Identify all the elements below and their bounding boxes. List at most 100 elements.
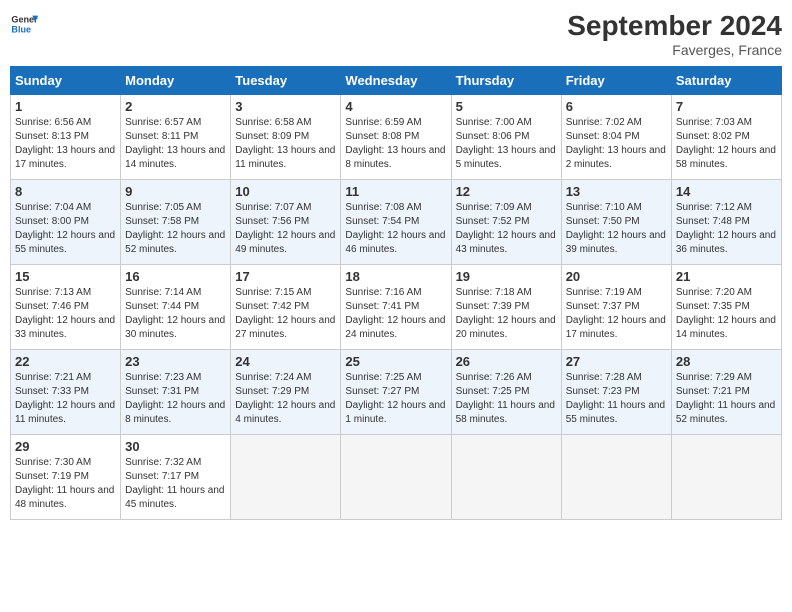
cell-info: Sunrise: 6:56 AMSunset: 8:13 PMDaylight:… [15,116,116,172]
day-number: 1 [15,99,116,114]
day-number: 17 [235,269,336,284]
calendar-cell: 17 Sunrise: 7:15 AMSunset: 7:42 PMDayligh… [231,265,341,350]
cell-info: Sunrise: 7:12 AMSunset: 7:48 PMDaylight:… [676,201,777,257]
calendar-cell: 8 Sunrise: 7:04 AMSunset: 8:00 PMDaylight… [11,180,121,265]
cell-info: Sunrise: 6:57 AMSunset: 8:11 PMDaylight:… [125,116,226,172]
day-number: 15 [15,269,116,284]
header-day-saturday: Saturday [671,67,781,95]
cell-info: Sunrise: 7:21 AMSunset: 7:33 PMDaylight:… [15,371,116,427]
day-number: 21 [676,269,777,284]
day-number: 10 [235,184,336,199]
header-day-thursday: Thursday [451,67,561,95]
calendar-cell: 11Sunrise: 7:08 AMSunset: 7:54 PMDayligh… [341,180,451,265]
cell-info: Sunrise: 7:05 AMSunset: 7:58 PMDaylight:… [125,201,226,257]
calendar-cell: 28 Sunrise: 7:29 AMSunset: 7:21 PMDayligh… [671,350,781,435]
calendar-cell: 13Sunrise: 7:10 AMSunset: 7:50 PMDayligh… [561,180,671,265]
calendar-cell: 21 Sunrise: 7:20 AMSunset: 7:35 PMDayligh… [671,265,781,350]
cell-info: Sunrise: 6:59 AMSunset: 8:08 PMDaylight:… [345,116,446,172]
logo-icon: General Blue [10,10,38,38]
page-header: General Blue September 2024 Faverges, Fr… [10,10,782,58]
day-number: 8 [15,184,116,199]
cell-info: Sunrise: 6:58 AMSunset: 8:09 PMDaylight:… [235,116,336,172]
cell-info: Sunrise: 7:28 AMSunset: 7:23 PMDaylight:… [566,371,667,427]
cell-info: Sunrise: 7:30 AMSunset: 7:19 PMDaylight:… [15,456,116,512]
calendar-cell: 16 Sunrise: 7:14 AMSunset: 7:44 PMDayligh… [121,265,231,350]
calendar-cell: 4Sunrise: 6:59 AMSunset: 8:08 PMDaylight… [341,95,451,180]
calendar-cell: 6 Sunrise: 7:02 AMSunset: 8:04 PMDaylight… [561,95,671,180]
calendar-week-4: 22 Sunrise: 7:21 AMSunset: 7:33 PMDayligh… [11,350,782,435]
header-day-sunday: Sunday [11,67,121,95]
calendar-cell: 10 Sunrise: 7:07 AMSunset: 7:56 PMDayligh… [231,180,341,265]
calendar-cell: 9 Sunrise: 7:05 AMSunset: 7:58 PMDaylight… [121,180,231,265]
day-number: 27 [566,354,667,369]
cell-info: Sunrise: 7:07 AMSunset: 7:56 PMDaylight:… [235,201,336,257]
location: Faverges, France [567,42,782,58]
day-number: 11 [345,184,446,199]
calendar-cell: 1 Sunrise: 6:56 AMSunset: 8:13 PMDaylight… [11,95,121,180]
day-number: 6 [566,99,667,114]
calendar-cell [231,435,341,520]
cell-info: Sunrise: 7:03 AMSunset: 8:02 PMDaylight:… [676,116,777,172]
calendar-cell: 27 Sunrise: 7:28 AMSunset: 7:23 PMDayligh… [561,350,671,435]
calendar-cell: 29 Sunrise: 7:30 AMSunset: 7:19 PMDayligh… [11,435,121,520]
day-number: 28 [676,354,777,369]
calendar-cell: 15 Sunrise: 7:13 AMSunset: 7:46 PMDayligh… [11,265,121,350]
calendar-week-2: 8 Sunrise: 7:04 AMSunset: 8:00 PMDaylight… [11,180,782,265]
cell-info: Sunrise: 7:13 AMSunset: 7:46 PMDaylight:… [15,286,116,342]
day-number: 14 [676,184,777,199]
cell-info: Sunrise: 7:04 AMSunset: 8:00 PMDaylight:… [15,201,116,257]
day-number: 9 [125,184,226,199]
header-row: SundayMondayTuesdayWednesdayThursdayFrid… [11,67,782,95]
calendar-cell: 2 Sunrise: 6:57 AMSunset: 8:11 PMDaylight… [121,95,231,180]
calendar-cell: 12Sunrise: 7:09 AMSunset: 7:52 PMDayligh… [451,180,561,265]
calendar-cell: 30 Sunrise: 7:32 AMSunset: 7:17 PMDayligh… [121,435,231,520]
cell-info: Sunrise: 7:24 AMSunset: 7:29 PMDaylight:… [235,371,336,427]
cell-info: Sunrise: 7:02 AMSunset: 8:04 PMDaylight:… [566,116,667,172]
calendar-cell: 19Sunrise: 7:18 AMSunset: 7:39 PMDayligh… [451,265,561,350]
day-number: 22 [15,354,116,369]
day-number: 20 [566,269,667,284]
calendar-cell: 26 Sunrise: 7:26 AMSunset: 7:25 PMDayligh… [451,350,561,435]
svg-text:Blue: Blue [11,24,31,34]
cell-info: Sunrise: 7:16 AMSunset: 7:41 PMDaylight:… [345,286,446,342]
day-number: 12 [456,184,557,199]
cell-info: Sunrise: 7:25 AMSunset: 7:27 PMDaylight:… [345,371,446,427]
header-day-tuesday: Tuesday [231,67,341,95]
calendar-week-3: 15 Sunrise: 7:13 AMSunset: 7:46 PMDayligh… [11,265,782,350]
cell-info: Sunrise: 7:23 AMSunset: 7:31 PMDaylight:… [125,371,226,427]
day-number: 19 [456,269,557,284]
calendar-cell [671,435,781,520]
calendar-cell: 23 Sunrise: 7:23 AMSunset: 7:31 PMDayligh… [121,350,231,435]
day-number: 5 [456,99,557,114]
calendar-cell [561,435,671,520]
cell-info: Sunrise: 7:14 AMSunset: 7:44 PMDaylight:… [125,286,226,342]
calendar-cell [341,435,451,520]
cell-info: Sunrise: 7:26 AMSunset: 7:25 PMDaylight:… [456,371,557,427]
day-number: 25 [345,354,446,369]
cell-info: Sunrise: 7:00 AMSunset: 8:06 PMDaylight:… [456,116,557,172]
header-day-friday: Friday [561,67,671,95]
calendar-cell [451,435,561,520]
day-number: 26 [456,354,557,369]
day-number: 16 [125,269,226,284]
day-number: 23 [125,354,226,369]
day-number: 29 [15,439,116,454]
cell-info: Sunrise: 7:32 AMSunset: 7:17 PMDaylight:… [125,456,226,512]
calendar-cell: 18Sunrise: 7:16 AMSunset: 7:41 PMDayligh… [341,265,451,350]
cell-info: Sunrise: 7:19 AMSunset: 7:37 PMDaylight:… [566,286,667,342]
header-day-monday: Monday [121,67,231,95]
calendar-cell: 20 Sunrise: 7:19 AMSunset: 7:37 PMDayligh… [561,265,671,350]
header-day-wednesday: Wednesday [341,67,451,95]
title-block: September 2024 Faverges, France [567,10,782,58]
calendar-cell: 3 Sunrise: 6:58 AMSunset: 8:09 PMDaylight… [231,95,341,180]
cell-info: Sunrise: 7:29 AMSunset: 7:21 PMDaylight:… [676,371,777,427]
cell-info: Sunrise: 7:15 AMSunset: 7:42 PMDaylight:… [235,286,336,342]
logo: General Blue [10,10,38,38]
calendar-cell: 7Sunrise: 7:03 AMSunset: 8:02 PMDaylight… [671,95,781,180]
day-number: 2 [125,99,226,114]
day-number: 30 [125,439,226,454]
day-number: 3 [235,99,336,114]
cell-info: Sunrise: 7:20 AMSunset: 7:35 PMDaylight:… [676,286,777,342]
calendar-cell: 25 Sunrise: 7:25 AMSunset: 7:27 PMDayligh… [341,350,451,435]
calendar-cell: 5 Sunrise: 7:00 AMSunset: 8:06 PMDaylight… [451,95,561,180]
